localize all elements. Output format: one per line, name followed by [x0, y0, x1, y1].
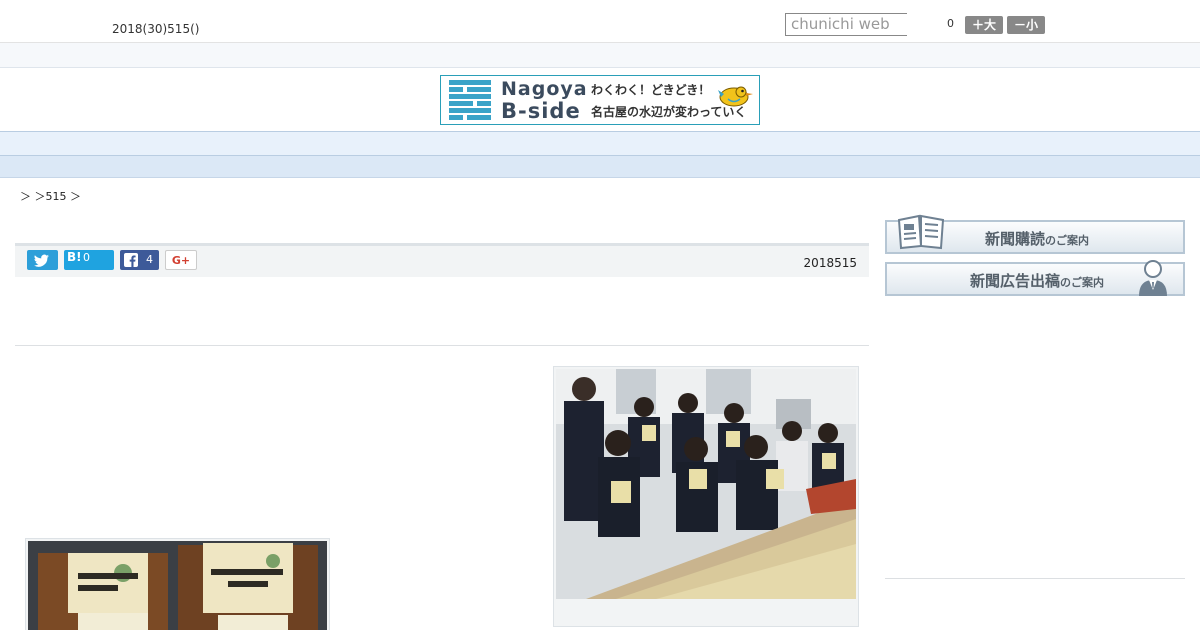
- font-size-small-button[interactable]: －小: [1007, 16, 1045, 34]
- logo-name-line2: B-side: [501, 99, 581, 123]
- share-bar: B! 0 4 G+ 2018515: [15, 243, 869, 277]
- hatena-count: 0: [83, 251, 90, 264]
- google-plus-share-button[interactable]: G+: [165, 250, 197, 270]
- facebook-share-button[interactable]: 4: [120, 250, 159, 270]
- published-date: 2018515: [803, 256, 857, 270]
- bird-mascot-icon: [718, 86, 753, 107]
- logo-tagline-1: わくわく！どきどき！: [591, 83, 711, 97]
- hatena-label: B!: [67, 250, 82, 264]
- article-photo-students[interactable]: [553, 366, 859, 627]
- article-photo-product[interactable]: [25, 538, 330, 630]
- current-date: 2018(30)515(): [112, 22, 200, 36]
- top-bar: 2018(30)515() chunichi web 0 ＋大 －小: [0, 0, 1200, 43]
- subscription-suffix-label: のご案内: [1045, 234, 1089, 247]
- twitter-bird-icon: [33, 254, 49, 267]
- main-nav: [0, 131, 1200, 156]
- font-size-indicator: 0: [947, 17, 954, 30]
- sub-nav-bar: [0, 156, 1200, 178]
- product-photo-image: [28, 541, 327, 630]
- subscription-banner-text: 新聞購読のご案内: [887, 228, 1187, 249]
- facebook-icon: [124, 253, 138, 267]
- twitter-share-button[interactable]: [27, 250, 58, 270]
- hatena-bookmark-button[interactable]: B! 0: [64, 250, 114, 270]
- header-sub-band: [0, 43, 1200, 68]
- subscription-main-label: 新聞購読: [984, 230, 1045, 248]
- sidebar-divider: [885, 578, 1185, 579]
- breadcrumb[interactable]: ＞ ＞515 ＞: [20, 188, 81, 204]
- search-input[interactable]: chunichi web: [785, 13, 907, 36]
- newspaper-advertising-banner[interactable]: 新聞広告出稿のご案内: [885, 260, 1185, 296]
- article-divider: [15, 345, 869, 346]
- site-logo[interactable]: Nagoya B-side わくわく！どきどき！ 名古屋の水辺が変わっていく: [440, 75, 760, 125]
- facebook-count: 4: [146, 253, 153, 266]
- newspaper-subscription-banner[interactable]: 新聞購読のご案内: [885, 214, 1187, 254]
- logo-name-line1: Nagoya: [501, 78, 588, 100]
- advertising-main-label: 新聞広告出稿: [969, 272, 1060, 290]
- students-photo-image: [556, 369, 856, 599]
- logo-mark-icon: [449, 80, 491, 120]
- font-size-large-button[interactable]: ＋大: [965, 16, 1003, 34]
- advertising-suffix-label: のご案内: [1060, 276, 1104, 289]
- businessman-icon: [1139, 260, 1167, 296]
